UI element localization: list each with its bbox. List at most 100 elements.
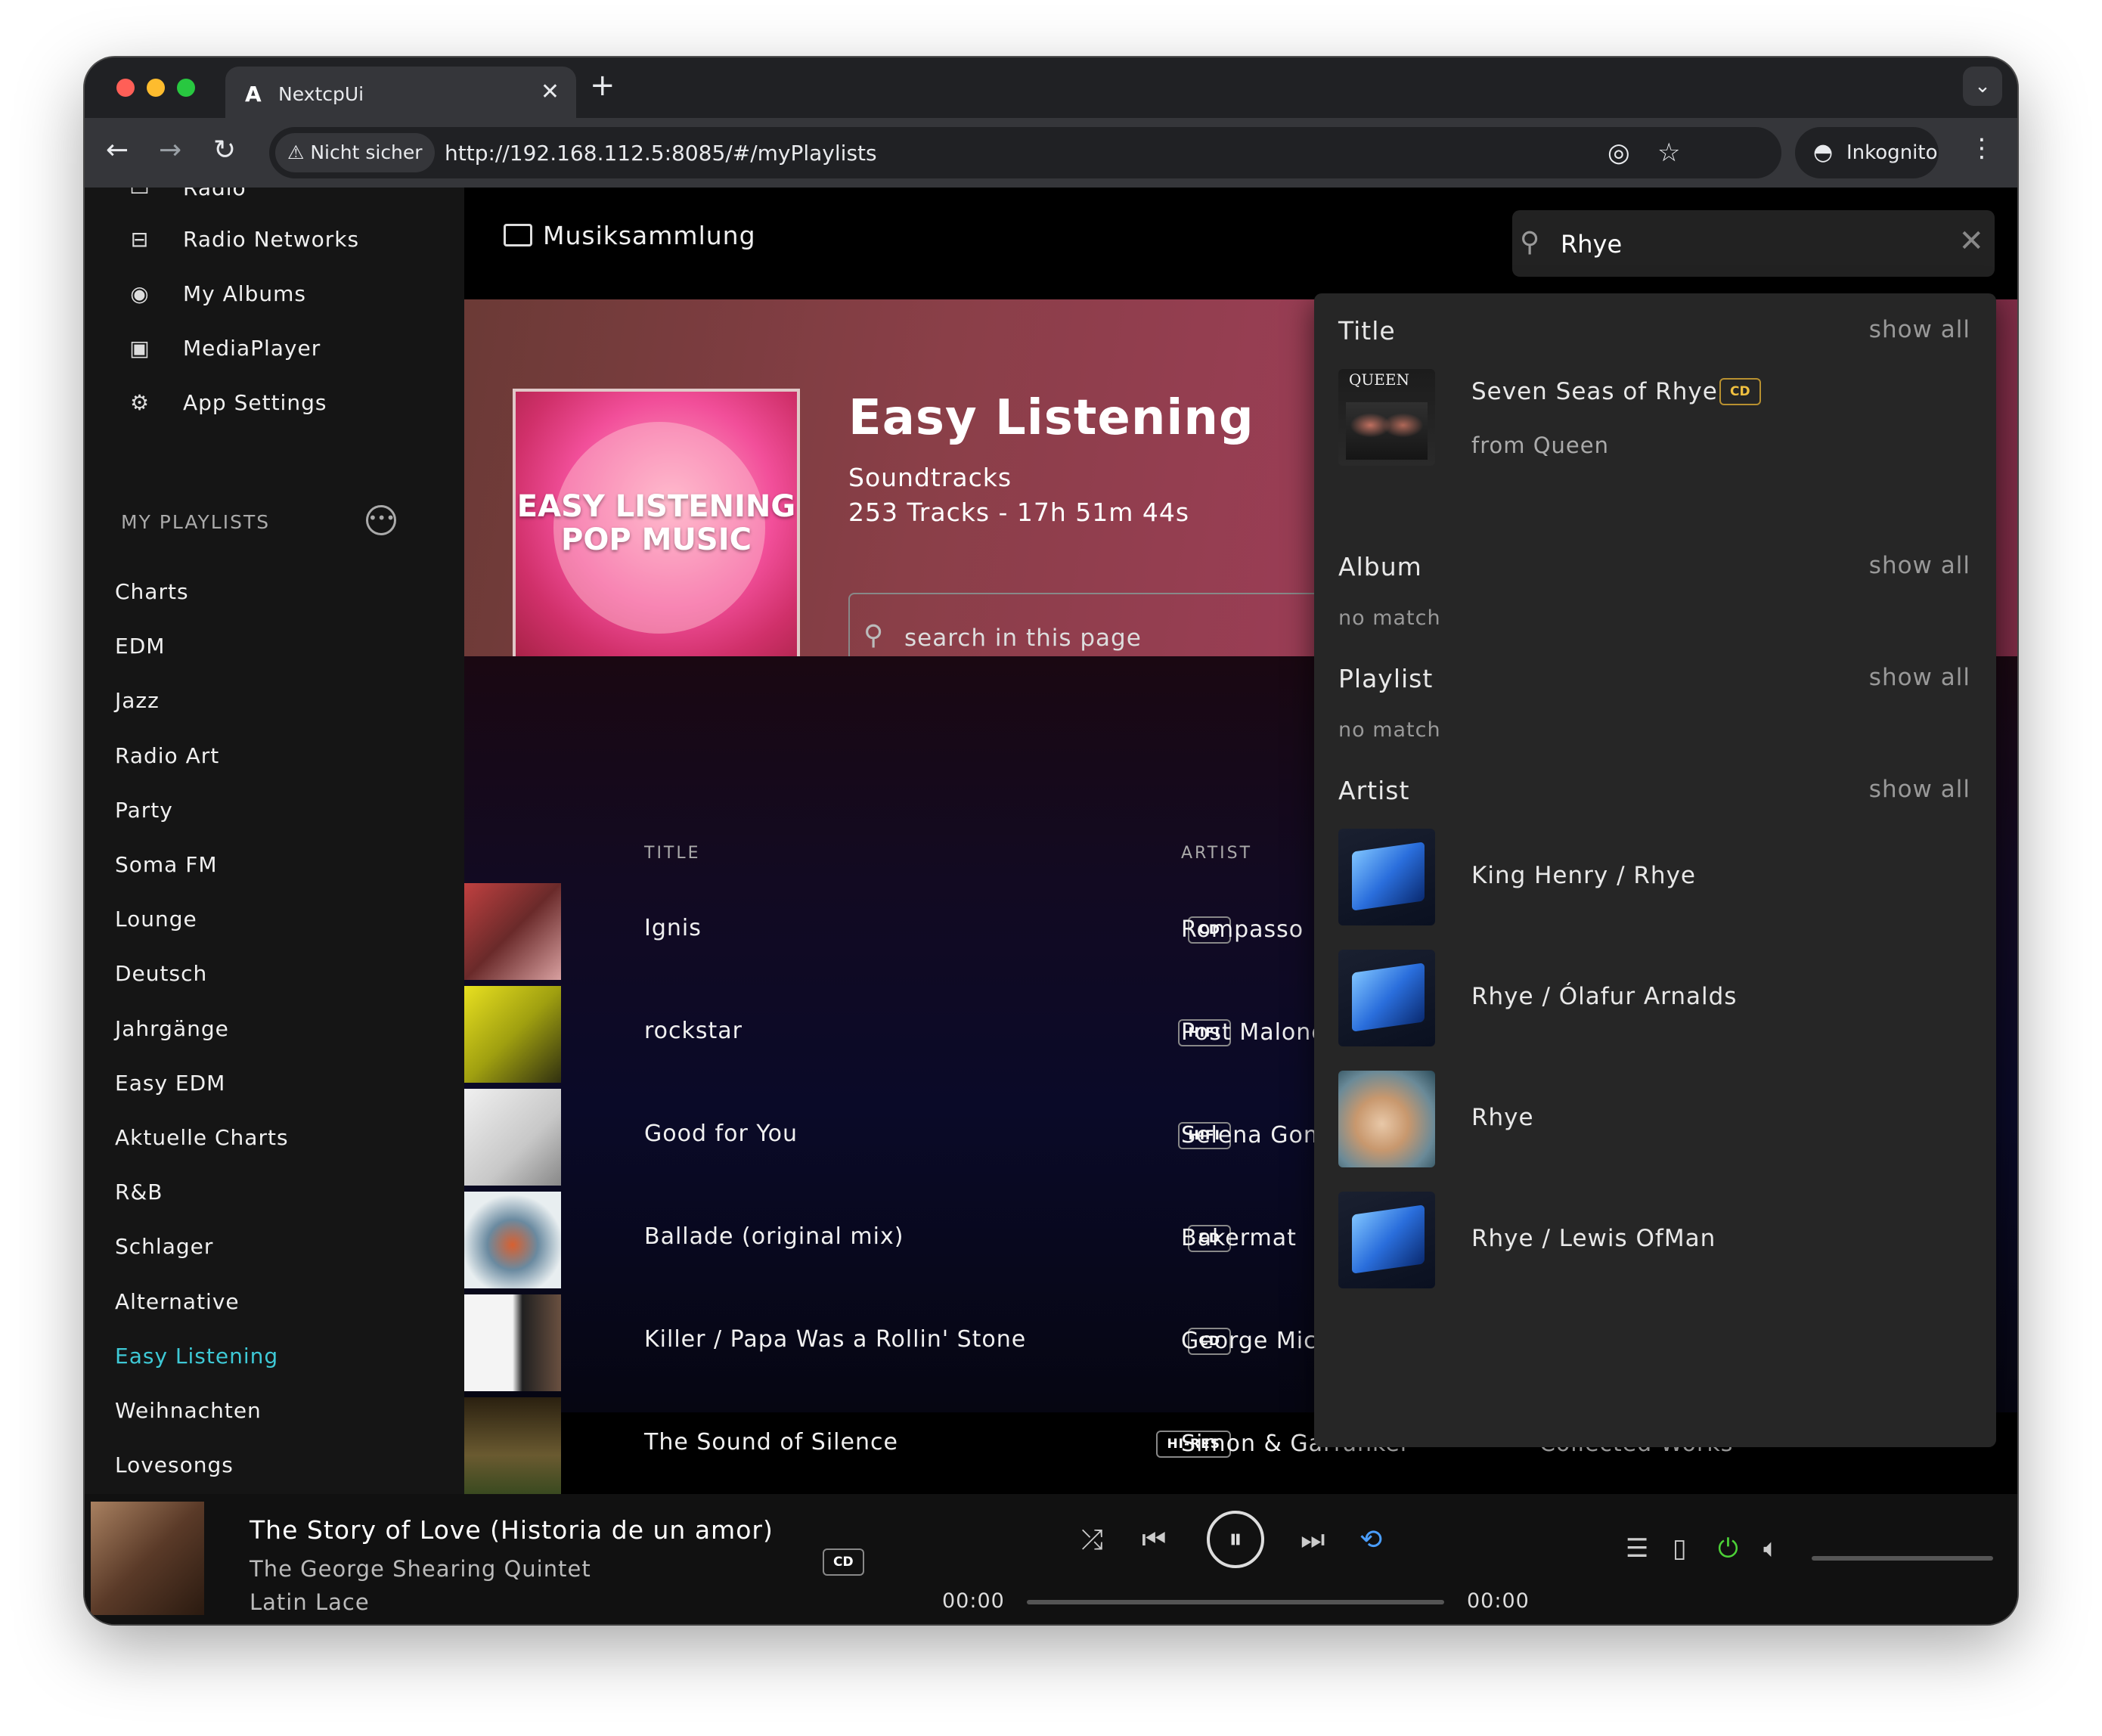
incognito-button[interactable]: ◓ Inkognito	[1795, 127, 1939, 178]
address-bar[interactable]: ⚠ Nicht sicher http://192.168.112.5:8085…	[269, 127, 1781, 178]
track-artist[interactable]: Bakermat	[1181, 1225, 1297, 1251]
pause-button[interactable]: ⏸	[1207, 1511, 1264, 1568]
results-section-title: Title	[1338, 316, 1396, 346]
track-title[interactable]: Ballade (original mix)	[644, 1223, 904, 1250]
playlist-subtitle: Soundtracks	[848, 463, 1012, 492]
volume-icon[interactable]: 🔈︎	[1763, 1533, 1778, 1564]
page-search-placeholder: search in this page	[904, 625, 1142, 652]
artist-result-name[interactable]: King Henry / Rhye	[1471, 862, 1696, 889]
maximize-window-button[interactable]	[177, 79, 195, 97]
sidebar-playlist-item[interactable]: Lovesongs	[115, 1452, 234, 1477]
next-icon[interactable]: ⏭	[1301, 1524, 1325, 1556]
clear-search-icon[interactable]: ✕	[1958, 224, 1984, 259]
artist-result-image[interactable]	[1338, 1071, 1435, 1167]
security-chip[interactable]: ⚠ Nicht sicher	[275, 133, 435, 172]
track-title[interactable]: rockstar	[644, 1018, 743, 1044]
sidebar-playlist-item[interactable]: Easy EDM	[115, 1071, 225, 1096]
track-thumbnail[interactable]	[464, 986, 561, 1083]
sidebar-item-label: My Albums	[183, 281, 306, 306]
repeat-icon[interactable]: ⟲	[1359, 1524, 1382, 1555]
back-icon[interactable]: ←	[106, 135, 129, 166]
track-artist[interactable]: Rompasso	[1181, 916, 1304, 943]
artist-result-image[interactable]	[1338, 1192, 1435, 1288]
artist-result-name[interactable]: Rhye / Ólafur Arnalds	[1471, 983, 1737, 1010]
sidebar-item-radio-networks[interactable]: ⊟ Radio Networks	[127, 216, 359, 262]
volume-slider[interactable]	[1812, 1556, 1993, 1561]
global-search-value[interactable]: Rhye	[1561, 230, 1622, 259]
speaker-device-icon[interactable]: ▯	[1673, 1533, 1687, 1564]
queue-icon[interactable]: ☰	[1626, 1533, 1648, 1564]
sidebar-playlist-item[interactable]: Schlager	[115, 1234, 213, 1259]
tab-close-icon[interactable]: ✕	[541, 79, 560, 105]
artist-result-image[interactable]	[1338, 950, 1435, 1046]
now-playing-title[interactable]: The Story of Love (Historia de un amor)	[250, 1515, 774, 1545]
sidebar-playlist-item[interactable]: EDM	[115, 634, 165, 659]
sidebar-playlist-item[interactable]: Jahrgänge	[115, 1016, 229, 1041]
now-playing-artist[interactable]: The George Shearing Quintet	[250, 1556, 591, 1582]
folder-icon	[1352, 963, 1425, 1032]
shuffle-icon[interactable]: ⤮	[1081, 1524, 1103, 1556]
tracking-protection-icon[interactable]: ◎	[1608, 138, 1630, 168]
sidebar-playlist-item[interactable]: Radio Art	[115, 743, 219, 768]
now-playing-cover[interactable]	[91, 1502, 204, 1615]
bookmark-star-icon[interactable]: ☆	[1657, 138, 1680, 168]
sidebar-playlist-item[interactable]: Soma FM	[115, 852, 218, 877]
track-thumbnail[interactable]	[464, 883, 561, 980]
playlists-more-icon[interactable]: •••	[366, 505, 396, 535]
track-title[interactable]: Ignis	[644, 915, 702, 941]
previous-icon[interactable]: ⏮	[1142, 1524, 1166, 1556]
sidebar-item-radio[interactable]: ▭ Radio	[127, 188, 246, 210]
sidebar-playlist-item[interactable]: Weihnachten	[115, 1398, 262, 1423]
column-header-artist[interactable]: ARTIST	[1181, 844, 1252, 863]
sidebar-playlist-item[interactable]: Easy Listening	[115, 1344, 278, 1369]
browser-menu-icon[interactable]: ⋮	[1969, 133, 1995, 163]
artist-result-name[interactable]: Rhye / Lewis OfMan	[1471, 1225, 1716, 1252]
forward-icon[interactable]: →	[159, 135, 181, 166]
show-all-artists-link[interactable]: show all	[1869, 776, 1970, 803]
sidebar-playlist-item[interactable]: Party	[115, 798, 173, 823]
breadcrumb[interactable]: Musiksammlung	[504, 221, 756, 250]
track-title[interactable]: The Sound of Silence	[644, 1429, 898, 1455]
close-window-button[interactable]	[116, 79, 135, 97]
search-icon: ⚲	[1520, 227, 1540, 258]
track-thumbnail[interactable]	[464, 1192, 561, 1288]
show-all-titles-link[interactable]: show all	[1869, 316, 1970, 343]
sidebar-item-my-albums[interactable]: ◉ My Albums	[127, 271, 306, 316]
sidebar-playlist-item[interactable]: Deutsch	[115, 961, 207, 986]
sidebar-playlist-item[interactable]: Lounge	[115, 907, 197, 932]
sidebar-playlist-item[interactable]: Alternative	[115, 1289, 240, 1314]
album-no-match: no match	[1338, 606, 1441, 630]
show-all-playlists-link[interactable]: show all	[1869, 664, 1970, 691]
total-time: 00:00	[1467, 1589, 1530, 1613]
global-search-input[interactable]: ⚲ Rhye ✕	[1512, 210, 1995, 277]
track-thumbnail[interactable]	[464, 1089, 561, 1186]
title-result-cover[interactable]: QUEEN	[1338, 369, 1435, 466]
track-artist[interactable]: Post Malone	[1181, 1019, 1326, 1046]
sidebar-playlist-item[interactable]: R&B	[115, 1180, 163, 1204]
track-thumbnail[interactable]	[464, 1294, 561, 1391]
sidebar-item-mediaplayer[interactable]: ▣ MediaPlayer	[127, 325, 321, 370]
track-thumbnail[interactable]	[464, 1397, 561, 1494]
reload-icon[interactable]: ↻	[213, 135, 236, 166]
minimize-window-button[interactable]	[147, 79, 165, 97]
tab-search-button[interactable]: ⌄	[1963, 67, 2002, 106]
new-tab-button[interactable]: +	[590, 68, 615, 103]
track-title[interactable]: Good for You	[644, 1121, 798, 1147]
now-playing-album[interactable]: Latin Lace	[250, 1589, 370, 1615]
title-result-badge: CD	[1719, 378, 1761, 405]
sidebar-playlist-item[interactable]: Charts	[115, 579, 189, 604]
url-text[interactable]: http://192.168.112.5:8085/#/myPlaylists	[445, 141, 877, 166]
sidebar-playlist-item[interactable]: Aktuelle Charts	[115, 1125, 289, 1150]
title-result-name[interactable]: Seven Seas of Rhye	[1471, 378, 1718, 405]
column-header-title[interactable]: TITLE	[644, 844, 701, 863]
playlist-cover: EASY LISTENING POP MUSIC	[513, 389, 800, 676]
show-all-albums-link[interactable]: show all	[1869, 552, 1970, 579]
sidebar-item-app-settings[interactable]: ⚙ App Settings	[127, 380, 327, 425]
seek-bar[interactable]	[1027, 1600, 1444, 1604]
artist-result-name[interactable]: Rhye	[1471, 1104, 1534, 1131]
track-title[interactable]: Killer / Papa Was a Rollin' Stone	[644, 1326, 1026, 1353]
artist-result-image[interactable]	[1338, 829, 1435, 925]
sidebar-playlist-item[interactable]: Jazz	[115, 688, 160, 713]
power-icon[interactable]: ⏻	[1718, 1533, 1738, 1564]
browser-tab[interactable]: A NextcpUi ✕	[225, 67, 576, 121]
